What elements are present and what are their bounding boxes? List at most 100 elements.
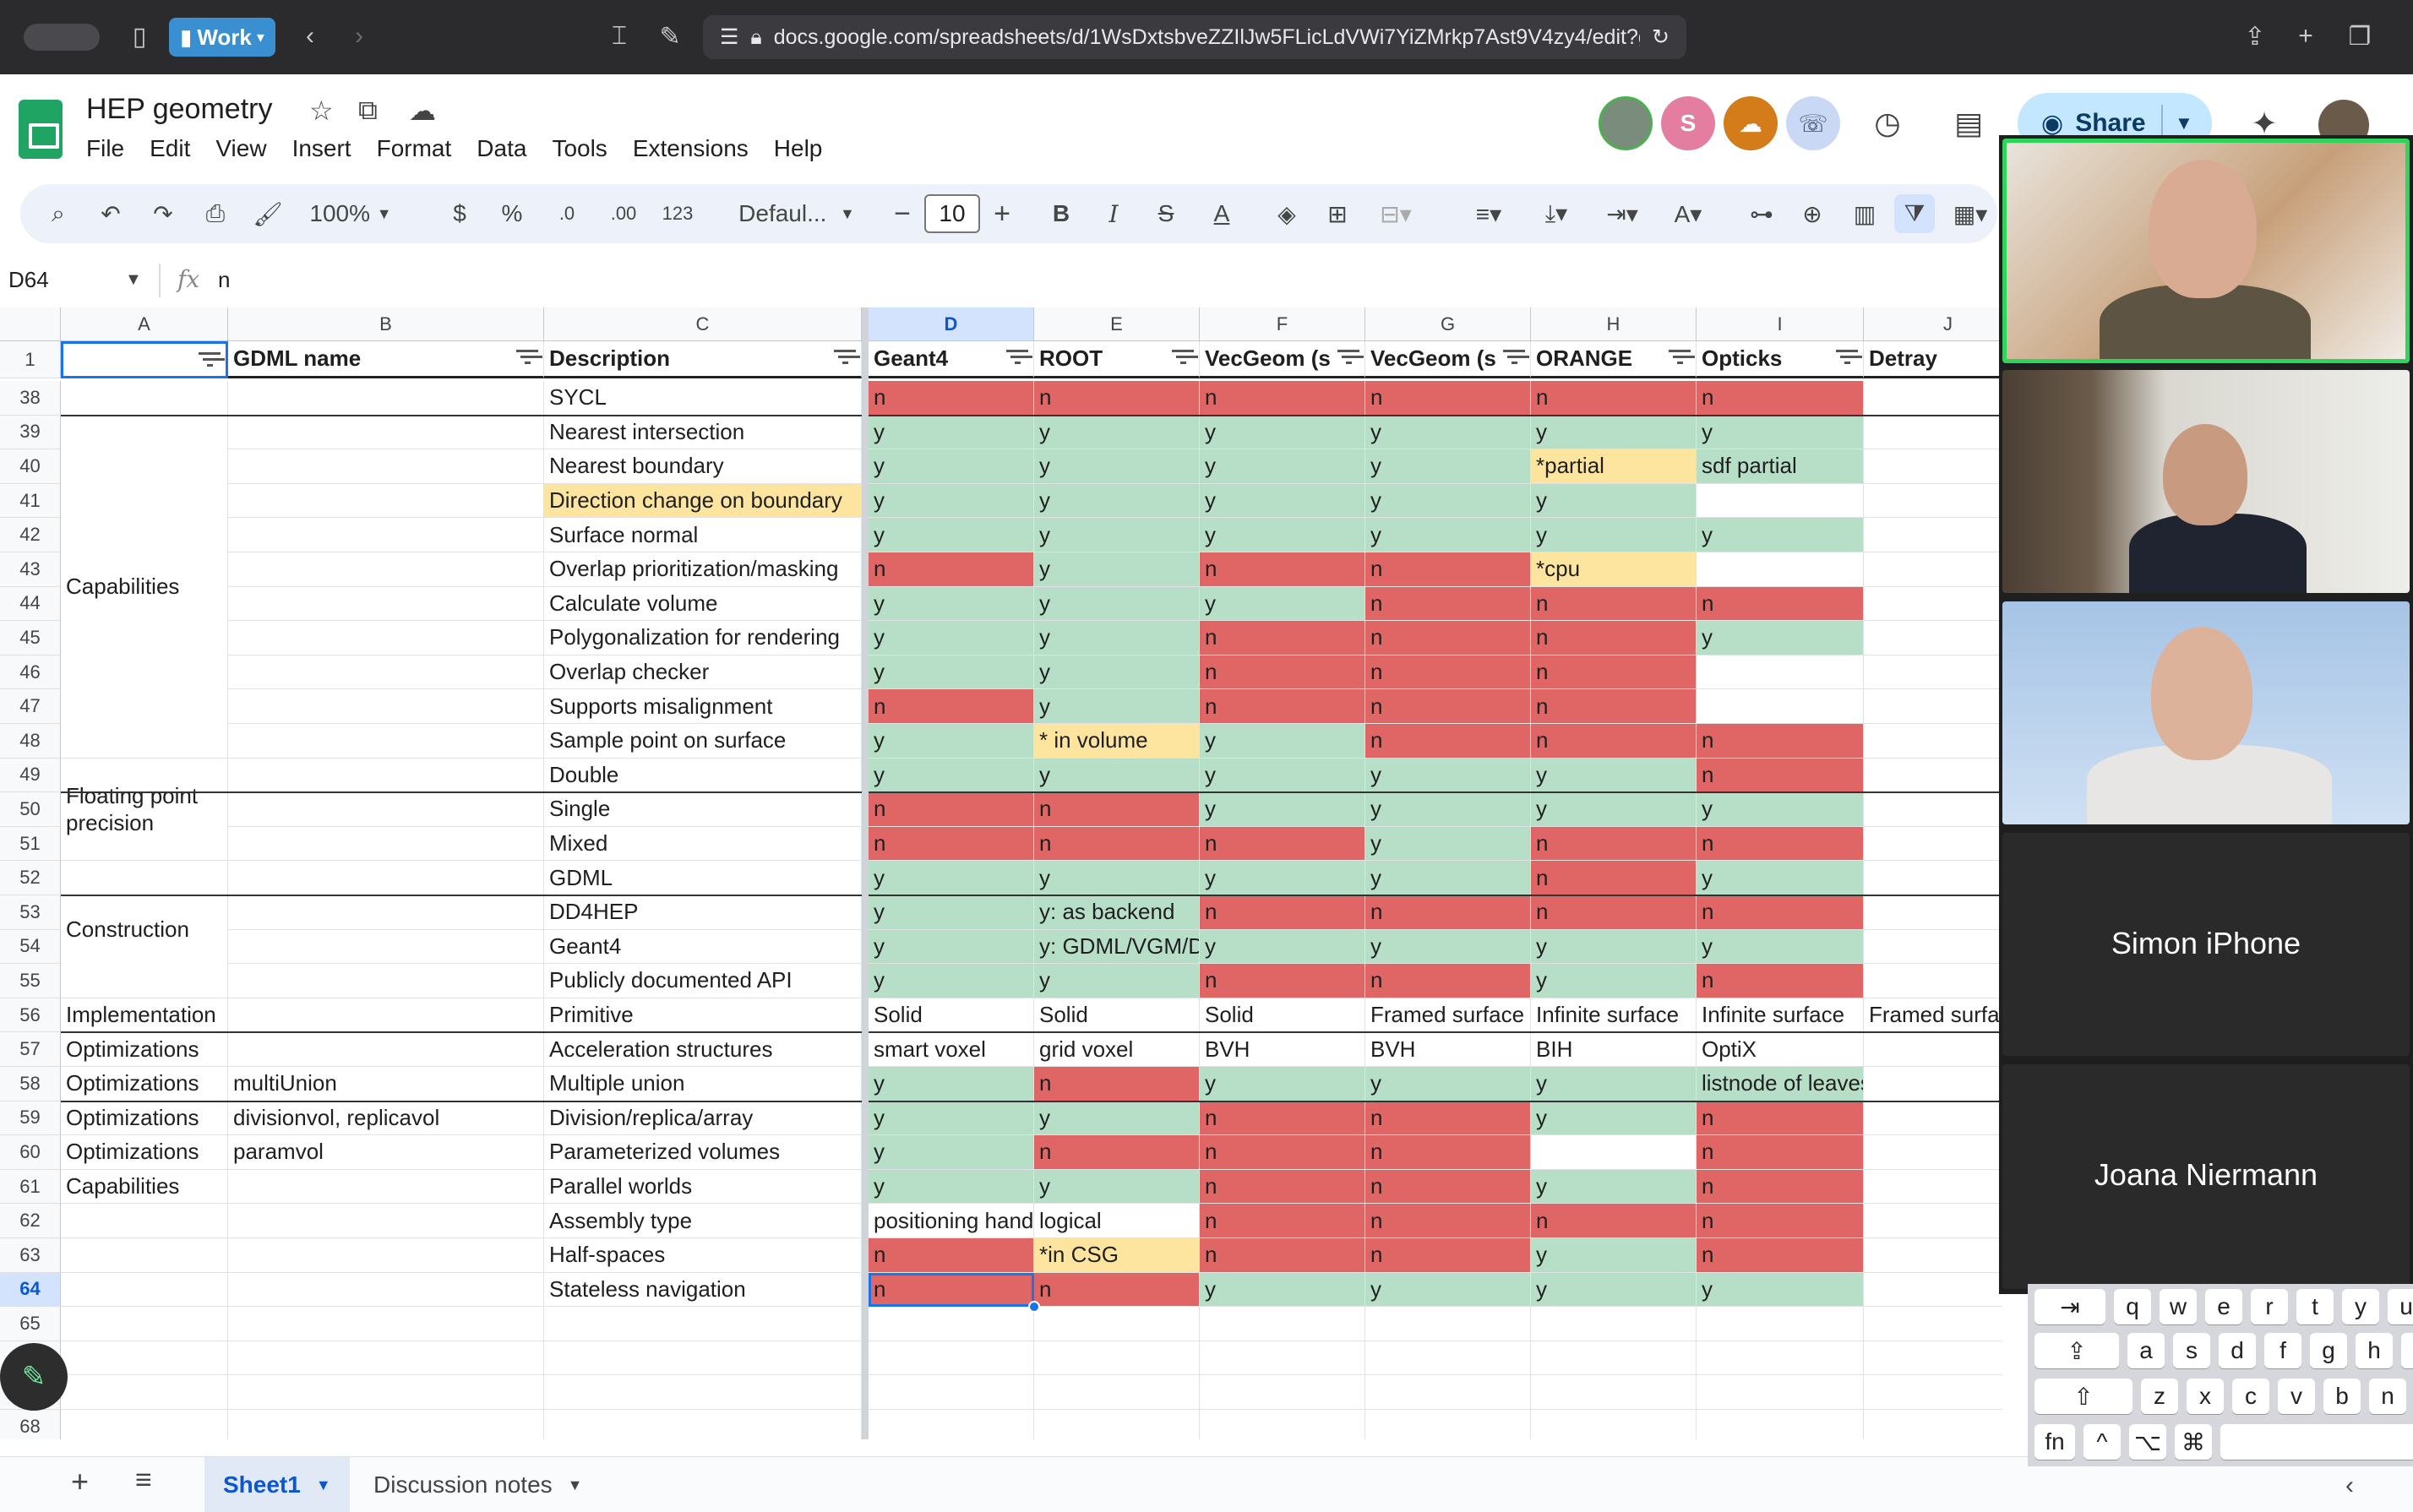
table-cell-i[interactable] <box>1697 1307 1864 1341</box>
table-cell-b[interactable] <box>228 1341 544 1376</box>
key-u[interactable]: u <box>2388 1289 2413 1324</box>
table-cell-e[interactable]: n <box>1034 1272 1200 1308</box>
table-cell-i[interactable]: y <box>1697 1272 1864 1308</box>
group-label-cell[interactable]: Capabilities <box>61 415 228 758</box>
collaborator-avatar[interactable]: S <box>1661 96 1715 150</box>
table-cell-c[interactable]: Parallel worlds <box>544 1169 862 1205</box>
text-color-icon[interactable]: A <box>1201 184 1242 243</box>
table-cell-b[interactable] <box>228 1169 544 1205</box>
table-cell-i[interactable]: n <box>1697 826 1864 862</box>
table-cell-a[interactable] <box>61 1307 228 1341</box>
column-title-cell[interactable]: GDML name <box>228 341 544 378</box>
decrease-decimal-button[interactable]: .0 <box>546 184 588 243</box>
table-cell-j[interactable] <box>1864 724 2002 759</box>
table-cell-h[interactable]: y <box>1531 1101 1697 1136</box>
extension-icon[interactable]: ⌶ <box>598 15 640 57</box>
table-cell-b[interactable] <box>228 483 544 519</box>
table-cell-g[interactable]: n <box>1365 1135 1531 1170</box>
table-cell-g[interactable]: n <box>1365 1238 1531 1273</box>
table-cell-h[interactable]: y <box>1531 483 1697 519</box>
table-cell-j[interactable] <box>1864 759 2002 793</box>
key-b[interactable]: b <box>2323 1379 2361 1414</box>
table-cell-c[interactable]: Sample point on surface <box>544 724 862 759</box>
spreadsheet-grid[interactable]: A B C D E F G H I J 1 GDML name Description Geant4 ROO… <box>0 307 2002 1439</box>
row-header[interactable]: 68 <box>0 1410 61 1439</box>
row-header[interactable]: 47 <box>0 689 61 724</box>
fill-color-icon[interactable]: ◈ <box>1266 184 1308 243</box>
name-box[interactable]: D64 <box>8 267 49 293</box>
table-cell-j[interactable] <box>1864 1341 2002 1376</box>
new-tab-icon[interactable]: + <box>2285 15 2327 57</box>
table-cell-e[interactable]: n <box>1034 381 1200 416</box>
table-cell-g[interactable]: y <box>1365 826 1531 862</box>
table-cell-d[interactable]: y <box>869 449 1034 484</box>
table-cell-b[interactable] <box>228 518 544 552</box>
profile-button[interactable]: ▮ Work ▾ <box>169 18 275 57</box>
table-cell-a[interactable]: Optimizations <box>61 1101 228 1136</box>
table-cell-b[interactable]: paramvol <box>228 1135 544 1170</box>
merge-cells-icon[interactable]: ⊟▾ <box>1369 184 1423 243</box>
filter-icon[interactable]: ⧩ <box>1894 194 1935 233</box>
table-cell-i[interactable] <box>1697 655 1864 690</box>
star-icon[interactable]: ☆ <box>309 95 334 127</box>
table-cell-f[interactable]: y <box>1200 1272 1365 1308</box>
table-cell-j[interactable] <box>1864 381 2002 416</box>
table-cell-j[interactable] <box>1864 621 2002 655</box>
table-cell-i[interactable] <box>1697 1410 1864 1439</box>
table-cell-g[interactable]: y <box>1365 449 1531 484</box>
menu-data[interactable]: Data <box>477 135 526 162</box>
table-cell-b[interactable] <box>228 998 544 1033</box>
key-z[interactable]: z <box>2141 1379 2178 1414</box>
table-cell-g[interactable]: y <box>1365 483 1531 519</box>
table-cell-f[interactable]: n <box>1200 655 1365 690</box>
table-cell-h[interactable]: y <box>1531 518 1697 552</box>
table-cell-g[interactable]: n <box>1365 895 1531 930</box>
table-cell-f[interactable]: n <box>1200 826 1365 862</box>
table-cell-j[interactable] <box>1864 1135 2002 1170</box>
table-cell-b[interactable] <box>228 758 544 793</box>
table-cell-h[interactable] <box>1531 1135 1697 1170</box>
table-cell-e[interactable]: y <box>1034 449 1200 484</box>
table-cell-e[interactable] <box>1034 1410 1200 1439</box>
table-cell-i[interactable]: y <box>1697 621 1864 655</box>
row-header[interactable]: 49 <box>0 758 61 793</box>
key-a[interactable]: a <box>2127 1333 2165 1368</box>
row-header[interactable]: 44 <box>0 586 61 622</box>
table-cell-h[interactable]: y <box>1531 415 1697 450</box>
row-header[interactable]: 41 <box>0 483 61 519</box>
table-cell-d[interactable]: y <box>869 964 1034 998</box>
table-cell-b[interactable] <box>228 724 544 759</box>
table-cell-d[interactable]: n <box>869 689 1034 724</box>
table-cell-f[interactable]: y <box>1200 586 1365 622</box>
table-cell-d[interactable]: n <box>869 381 1034 416</box>
row-header[interactable]: 1 <box>0 341 61 378</box>
add-sheet-icon[interactable]: + <box>71 1464 89 1499</box>
table-cell-e[interactable]: y <box>1034 586 1200 622</box>
table-cell-f[interactable]: n <box>1200 1135 1365 1170</box>
table-cell-j[interactable] <box>1864 1375 2002 1410</box>
table-cell-h[interactable]: n <box>1531 381 1697 416</box>
table-cell-i[interactable]: y <box>1697 861 1864 895</box>
freeze-divider[interactable] <box>862 307 869 1439</box>
table-cell-b[interactable] <box>228 1204 544 1238</box>
table-cell-e[interactable]: y: as backend <box>1034 895 1200 930</box>
table-cell-h[interactable]: n <box>1531 1204 1697 1238</box>
table-cell-d[interactable]: y <box>869 655 1034 690</box>
table-cell-d[interactable]: n <box>869 792 1034 827</box>
table-cell-f[interactable] <box>1200 1410 1365 1439</box>
move-folder-icon[interactable]: ⧉ <box>358 95 378 127</box>
corner-cell[interactable] <box>0 307 61 341</box>
collaborator-avatar[interactable]: ☁ <box>1724 96 1778 150</box>
table-cell-f[interactable]: y <box>1200 792 1365 827</box>
table-cell-c[interactable] <box>544 1410 862 1439</box>
row-header[interactable]: 64 <box>0 1272 61 1308</box>
currency-button[interactable]: $ <box>443 184 477 243</box>
table-cell-j[interactable] <box>1864 1273 2002 1308</box>
key-j[interactable]: j <box>2401 1333 2413 1368</box>
table-cell-j[interactable] <box>1864 1101 2002 1136</box>
table-cell-c[interactable]: Double <box>544 758 862 793</box>
table-cell-e[interactable]: grid voxel <box>1034 1032 1200 1067</box>
table-cell-d[interactable]: y <box>869 724 1034 759</box>
table-cell-c[interactable]: Direction change on boundary <box>544 483 862 519</box>
table-cell-h[interactable]: n <box>1531 861 1697 895</box>
